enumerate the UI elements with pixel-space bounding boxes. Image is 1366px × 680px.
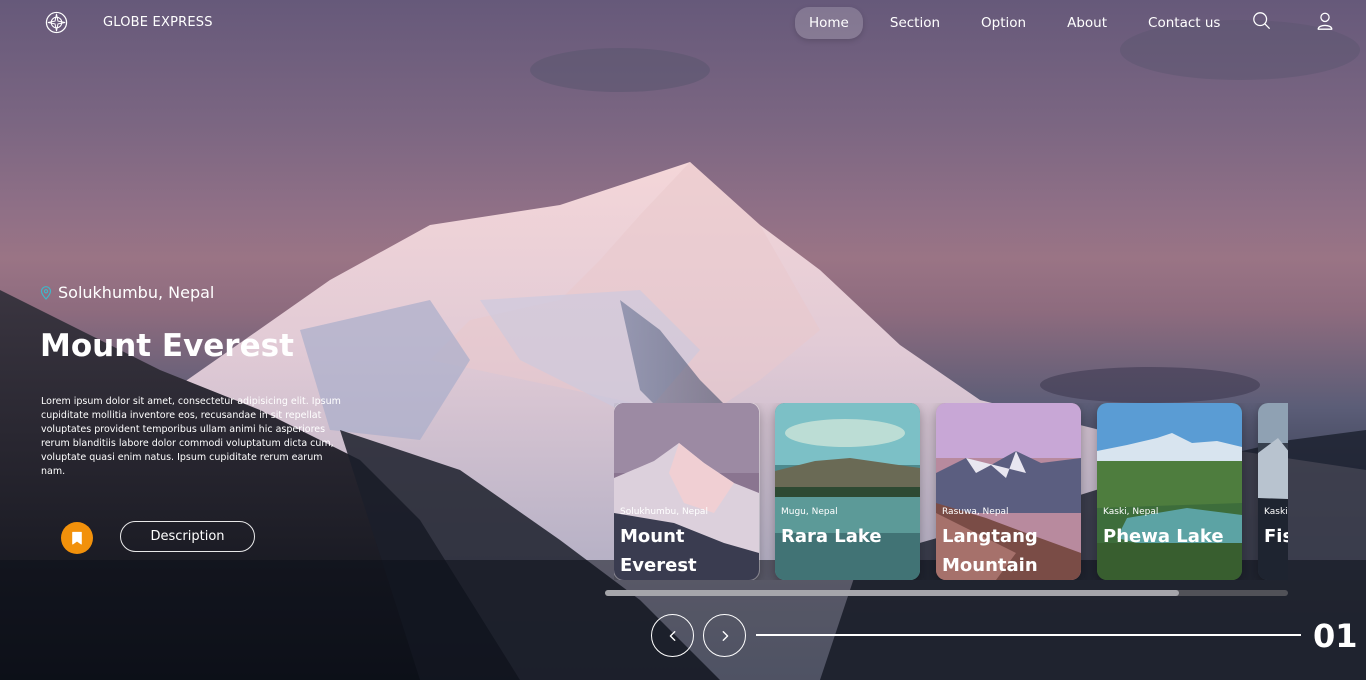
card-location: Mugu, Nepal — [781, 507, 838, 517]
card-location: Rasuwa, Nepal — [942, 507, 1009, 517]
bookmark-button[interactable] — [61, 522, 93, 554]
menu-item-about[interactable]: About — [1053, 7, 1121, 39]
slide-progress-line — [756, 634, 1301, 636]
carousel-scrollbar[interactable] — [605, 590, 1288, 596]
hero-location-text: Solukhumbu, Nepal — [58, 283, 215, 302]
card-title: Fishtail — [1264, 526, 1288, 547]
card-title: Rara Lake — [781, 526, 882, 547]
menu-item-section[interactable]: Section — [876, 7, 954, 39]
destination-carousel[interactable]: Solukhumbu, Nepal Mount Everest Mugu, Ne… — [614, 403, 1288, 580]
main-menu: Home Section Option About Contact us — [795, 7, 1247, 39]
destination-card-mount-everest[interactable]: Solukhumbu, Nepal Mount Everest — [614, 403, 760, 580]
hero-description: Lorem ipsum dolor sit amet, consectetur … — [41, 396, 341, 477]
chevron-left-icon — [669, 630, 675, 641]
chevron-right-icon — [722, 630, 728, 641]
card-title: Langtang Mountain — [942, 526, 1038, 576]
description-button[interactable]: Description — [120, 521, 255, 552]
card-image — [775, 403, 920, 580]
user-icon[interactable] — [1315, 11, 1337, 33]
destination-card-fishtail[interactable]: Kaski, Nepal Fishtail — [1258, 403, 1288, 580]
card-title: Phewa Lake — [1103, 526, 1224, 547]
slide-number: 01 — [1313, 617, 1358, 655]
top-nav: GLOBE EXPRESS Home Section Option About … — [0, 0, 1366, 46]
search-icon[interactable] — [1252, 11, 1274, 33]
bookmark-icon — [72, 531, 82, 545]
card-location: Kaski, Nepal — [1103, 507, 1159, 517]
hero-title: Mount Everest — [40, 328, 294, 364]
menu-item-option[interactable]: Option — [967, 7, 1040, 39]
carousel-scrollbar-thumb[interactable] — [605, 590, 1179, 596]
destination-card-phewa-lake[interactable]: Kaski, Nepal Phewa Lake — [1097, 403, 1242, 580]
hero-location: Solukhumbu, Nepal — [40, 283, 214, 302]
card-title: Mount Everest — [620, 526, 697, 576]
destination-card-rara-lake[interactable]: Mugu, Nepal Rara Lake — [775, 403, 920, 580]
location-pin-icon — [40, 285, 52, 300]
brand-name[interactable]: GLOBE EXPRESS — [103, 15, 213, 30]
card-image — [1258, 403, 1288, 580]
previous-button[interactable] — [651, 614, 694, 657]
menu-item-home[interactable]: Home — [795, 7, 863, 39]
compass-logo-icon[interactable] — [45, 11, 68, 34]
menu-item-contact-us[interactable]: Contact us — [1134, 7, 1234, 39]
card-image — [1097, 403, 1242, 580]
card-location: Kaski, Nepal — [1264, 507, 1288, 517]
card-location: Solukhumbu, Nepal — [620, 507, 708, 517]
destination-card-langtang-mountain[interactable]: Rasuwa, Nepal Langtang Mountain — [936, 403, 1081, 580]
next-button[interactable] — [703, 614, 746, 657]
